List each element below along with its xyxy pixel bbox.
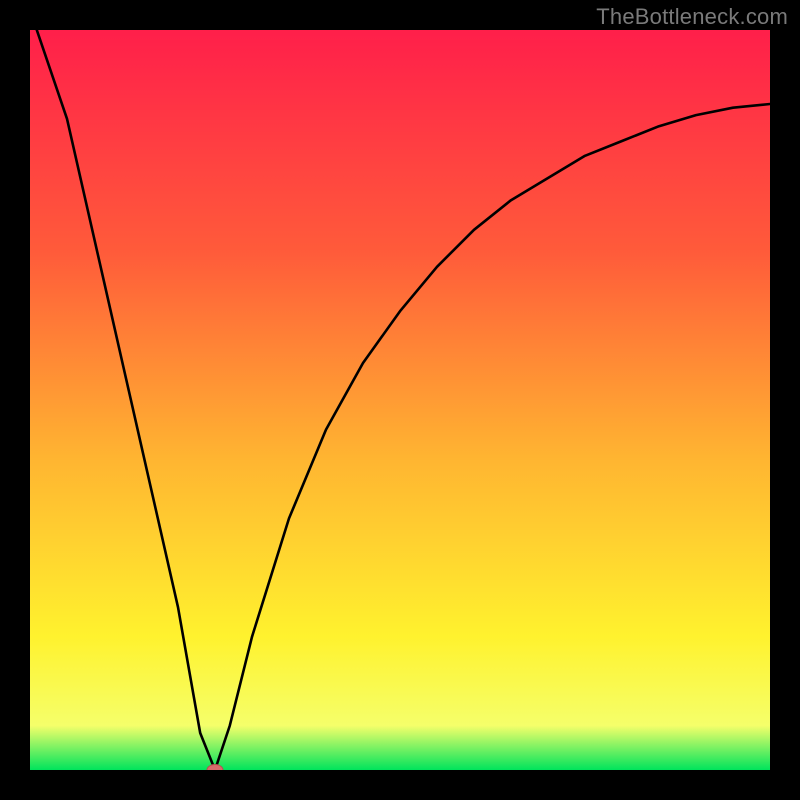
chart-svg bbox=[30, 30, 770, 770]
chart-frame: TheBottleneck.com bbox=[0, 0, 800, 800]
watermark-label: TheBottleneck.com bbox=[596, 4, 788, 30]
plot-area bbox=[30, 30, 770, 770]
gradient-background bbox=[30, 30, 770, 770]
